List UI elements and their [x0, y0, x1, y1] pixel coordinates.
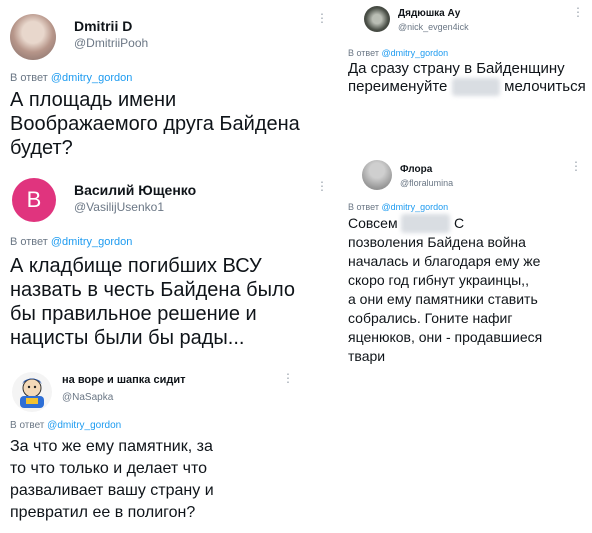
text-line: А кладбище погибших ВСУ	[10, 255, 262, 277]
mention-link[interactable]: @dmitry_gordon	[51, 236, 132, 248]
text-line: скоро год гибнут украинцы,,	[348, 272, 529, 288]
text-line: позволения Байдена война	[348, 234, 526, 250]
text-fragment: переименуйте	[348, 78, 448, 95]
display-name[interactable]: Василий Ющенко	[74, 182, 196, 198]
more-options-icon[interactable]: ⋮	[572, 6, 584, 18]
text-line: За что же ему памятник, за	[10, 438, 213, 455]
reply-context: В ответ @dmitry_gordon	[10, 72, 132, 84]
reply-prefix: В ответ	[348, 202, 379, 212]
reply-context: В ответ @dmitry_gordon	[10, 420, 121, 431]
reply-prefix: В ответ	[10, 236, 48, 248]
mention-link[interactable]: @dmitry_gordon	[381, 202, 448, 212]
text-line: Совсем охуели. С	[348, 214, 542, 233]
user-handle[interactable]: @NaSapka	[62, 392, 113, 403]
display-name[interactable]: на воре и шапка сидит	[62, 374, 186, 386]
text-line: разваливает вашу страну и	[10, 482, 214, 499]
text-fragment: Совсем	[348, 215, 398, 231]
avatar[interactable]	[12, 372, 52, 412]
user-handle[interactable]: @VasilijUsenko1	[74, 200, 164, 214]
reply-context: В ответ @dmitry_gordon	[348, 202, 448, 212]
user-handle[interactable]: @floralumina	[400, 178, 453, 188]
text-line: а они ему памятники ставить	[348, 291, 538, 307]
avatar-letter: В	[26, 187, 42, 212]
display-name[interactable]: Дядюшка Ау	[398, 8, 460, 19]
more-options-icon[interactable]: ⋮	[282, 372, 294, 384]
more-options-icon[interactable]: ⋮	[570, 160, 582, 172]
text-line: началась и благодаря ему же	[348, 253, 541, 269]
avatar[interactable]	[362, 160, 392, 190]
text-line: переименуйте хуйней мелочиться	[348, 78, 586, 96]
avatar[interactable]	[364, 6, 390, 32]
text-fragment: мелочиться	[504, 78, 586, 95]
avatar[interactable]: В	[12, 178, 56, 222]
text-line: превратил ее в полигон?	[10, 504, 196, 521]
mention-link[interactable]: @dmitry_gordon	[47, 420, 121, 431]
tweet-text: А площадь имени Воображаемого друга Байд…	[10, 88, 300, 160]
text-line: Да сразу страну в Байденщину	[348, 60, 565, 77]
user-handle[interactable]: @nick_evgen4ick	[398, 22, 469, 32]
text-line: нацисты были бы рады...	[10, 327, 245, 349]
more-options-icon[interactable]: ⋮	[316, 12, 328, 24]
text-line: будет?	[10, 137, 73, 159]
user-handle[interactable]: @DmitriiPooh	[74, 36, 148, 50]
display-name[interactable]: Dmitrii D	[74, 18, 132, 34]
text-line: яценюков, они - продавшиеся	[348, 329, 543, 345]
text-fragment: С	[454, 215, 465, 231]
display-name[interactable]: Флора	[400, 164, 432, 175]
reply-prefix: В ответ	[10, 420, 45, 431]
text-line: Воображаемого друга Байдена	[10, 113, 300, 135]
tweet-text: А кладбище погибших ВСУ назвать в честь …	[10, 254, 295, 350]
tweet-text: Совсем охуели. С позволения Байдена войн…	[348, 214, 542, 366]
mention-link[interactable]: @dmitry_gordon	[381, 48, 448, 58]
text-line: А площадь имени	[10, 89, 177, 111]
text-line: бы правильное решение и	[10, 303, 257, 325]
mention-link[interactable]: @dmitry_gordon	[51, 72, 132, 84]
censored-word: охуели.	[401, 214, 451, 233]
text-line: собрались. Гоните нафиг	[348, 310, 513, 326]
text-line: твари	[348, 348, 386, 364]
reply-context: В ответ @dmitry_gordon	[348, 48, 448, 58]
text-line: то что только и делает что	[10, 460, 208, 477]
text-line: назвать в честь Байдена было	[10, 279, 295, 301]
censored-word: хуйней	[451, 78, 500, 96]
cartoon-avatar-icon	[20, 378, 44, 408]
more-options-icon[interactable]: ⋮	[316, 180, 328, 192]
reply-context: В ответ @dmitry_gordon	[10, 236, 132, 248]
reply-prefix: В ответ	[10, 72, 48, 84]
avatar[interactable]	[10, 14, 56, 60]
reply-prefix: В ответ	[348, 48, 379, 58]
tweet-text: За что же ему памятник, за то что только…	[10, 436, 214, 524]
tweet-text: Да сразу страну в Байденщину переименуйт…	[348, 60, 586, 96]
